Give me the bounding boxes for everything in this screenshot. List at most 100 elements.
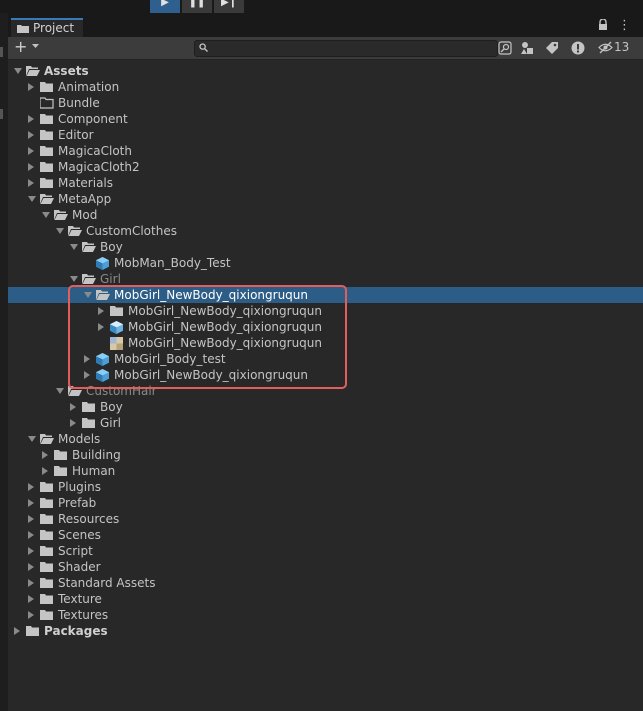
tree-row[interactable]: Scenes: [8, 527, 643, 543]
expand-arrow-right-icon[interactable]: [28, 483, 34, 491]
expand-arrow-down-icon[interactable]: [70, 276, 78, 282]
tree-row[interactable]: Plugins: [8, 479, 643, 495]
edge-marker: [0, 109, 3, 119]
tree-row[interactable]: Building: [8, 447, 643, 463]
tab-label: Project: [33, 21, 75, 35]
tree-row[interactable]: Script: [8, 543, 643, 559]
tree-row[interactable]: MobGirl_NewBody_qixiongruqun: [8, 303, 643, 319]
tree-row[interactable]: Human: [8, 463, 643, 479]
tree-row[interactable]: Textures: [8, 607, 643, 623]
pause-button[interactable]: ❚❚: [182, 0, 212, 13]
tree-row[interactable]: Standard Assets: [8, 575, 643, 591]
expand-arrow-right-icon[interactable]: [28, 515, 34, 523]
expand-arrow-down-icon[interactable]: [84, 292, 92, 298]
folder-icon: [82, 402, 95, 412]
expand-arrow-right-icon[interactable]: [28, 163, 34, 171]
label-tag-icon[interactable]: [545, 41, 559, 55]
tree-row[interactable]: Girl: [8, 271, 643, 287]
tree-row[interactable]: MagicaCloth2: [8, 159, 643, 175]
tree-row[interactable]: Animation: [8, 79, 643, 95]
expand-arrow-right-icon[interactable]: [28, 115, 34, 123]
expand-arrow-right-icon[interactable]: [70, 419, 76, 427]
tree-row[interactable]: Boy: [8, 399, 643, 415]
tree-row[interactable]: Prefab: [8, 495, 643, 511]
tree-row[interactable]: MobGirl_NewBody_qixiongruqun: [8, 287, 643, 303]
play-controls: ▶ ❚❚ ▶❙: [150, 0, 246, 13]
expand-arrow-right-icon[interactable]: [28, 499, 34, 507]
create-button[interactable]: +: [14, 38, 27, 56]
tree-row-label: MagicaCloth2: [58, 160, 140, 174]
expand-arrow-right-icon[interactable]: [28, 83, 34, 91]
tree-root-row[interactable]: Packages: [8, 623, 643, 639]
expand-arrow-right-icon[interactable]: [28, 579, 34, 587]
tree-row[interactable]: Materials: [8, 175, 643, 191]
folder-open-icon: [40, 434, 54, 444]
tree-row-label: Building: [72, 448, 121, 462]
tree-row[interactable]: Boy: [8, 239, 643, 255]
expand-arrow-right-icon[interactable]: [28, 131, 34, 139]
expand-arrow-down-icon[interactable]: [70, 244, 78, 250]
tree-row[interactable]: Editor: [8, 127, 643, 143]
tab-project[interactable]: Project: [11, 18, 83, 37]
tree-row[interactable]: MetaApp: [8, 191, 643, 207]
expand-arrow-down-icon[interactable]: [28, 196, 36, 202]
expand-arrow-down-icon[interactable]: [14, 68, 22, 74]
folder-icon: [40, 130, 53, 140]
expand-arrow-down-icon[interactable]: [56, 228, 64, 234]
tree-row[interactable]: CustomClothes: [8, 223, 643, 239]
play-button[interactable]: ▶: [150, 0, 180, 13]
tree-row[interactable]: Models: [8, 431, 643, 447]
expand-arrow-right-icon[interactable]: [98, 323, 104, 331]
expand-arrow-right-icon[interactable]: [42, 451, 48, 459]
tree-row-label: Scenes: [58, 528, 101, 542]
hidden-count: 13: [614, 40, 630, 54]
expand-arrow-right-icon[interactable]: [28, 563, 34, 571]
filter-by-type-icon[interactable]: [520, 41, 534, 55]
expand-arrow-right-icon[interactable]: [84, 355, 90, 363]
tree-row[interactable]: MagicaCloth: [8, 143, 643, 159]
expand-arrow-right-icon[interactable]: [98, 307, 104, 315]
tree-row[interactable]: Bundle: [8, 95, 643, 111]
expand-arrow-down-icon[interactable]: [56, 388, 64, 394]
expand-arrow-right-icon[interactable]: [28, 179, 34, 187]
tree-row[interactable]: Girl: [8, 415, 643, 431]
tree-row[interactable]: MobGirl_NewBody_qixiongruqun: [8, 335, 643, 351]
tree-row[interactable]: MobGirl_NewBody_qixiongruqun: [8, 367, 643, 383]
search-by-type-icon[interactable]: [498, 41, 512, 55]
folder-icon: [40, 178, 53, 188]
tree-row-label: MobGirl_NewBody_qixiongruqun: [128, 304, 322, 318]
expand-arrow-down-icon[interactable]: [28, 436, 36, 442]
lock-icon[interactable]: [598, 19, 608, 30]
tree-row[interactable]: MobMan_Body_Test: [8, 255, 643, 271]
expand-arrow-right-icon[interactable]: [14, 627, 20, 635]
expand-arrow-right-icon[interactable]: [70, 403, 76, 411]
tree-row[interactable]: Component: [8, 111, 643, 127]
tree-root-row[interactable]: Assets: [8, 63, 643, 79]
tree-row[interactable]: MobGirl_NewBody_qixiongruqun: [8, 319, 643, 335]
expand-arrow-right-icon[interactable]: [84, 371, 90, 379]
step-button[interactable]: ▶❙: [214, 0, 244, 13]
hidden-packages-icon[interactable]: [598, 41, 613, 54]
chevron-down-icon[interactable]: [32, 44, 39, 49]
tree-row[interactable]: MobGirl_Body_test: [8, 351, 643, 367]
tree-row-label: Mod: [72, 208, 98, 222]
tree-row[interactable]: Mod: [8, 207, 643, 223]
tree-row[interactable]: Shader: [8, 559, 643, 575]
expand-arrow-right-icon[interactable]: [28, 595, 34, 603]
expand-arrow-right-icon[interactable]: [28, 531, 34, 539]
folder-icon: [26, 626, 39, 636]
tree-row[interactable]: Texture: [8, 591, 643, 607]
more-options-icon[interactable]: ⋮: [618, 18, 631, 33]
tree-row-label: Component: [58, 112, 128, 126]
folder-icon: [40, 82, 53, 92]
expand-arrow-right-icon[interactable]: [28, 547, 34, 555]
expand-arrow-down-icon[interactable]: [42, 212, 50, 218]
expand-arrow-right-icon[interactable]: [42, 467, 48, 475]
warning-icon[interactable]: [571, 41, 585, 55]
tree-row[interactable]: Resources: [8, 511, 643, 527]
expand-arrow-right-icon[interactable]: [28, 147, 34, 155]
tree-row-label: Standard Assets: [58, 576, 156, 590]
tree-row[interactable]: CustomHair: [8, 383, 643, 399]
search-input[interactable]: [194, 40, 498, 57]
expand-arrow-right-icon[interactable]: [28, 611, 34, 619]
